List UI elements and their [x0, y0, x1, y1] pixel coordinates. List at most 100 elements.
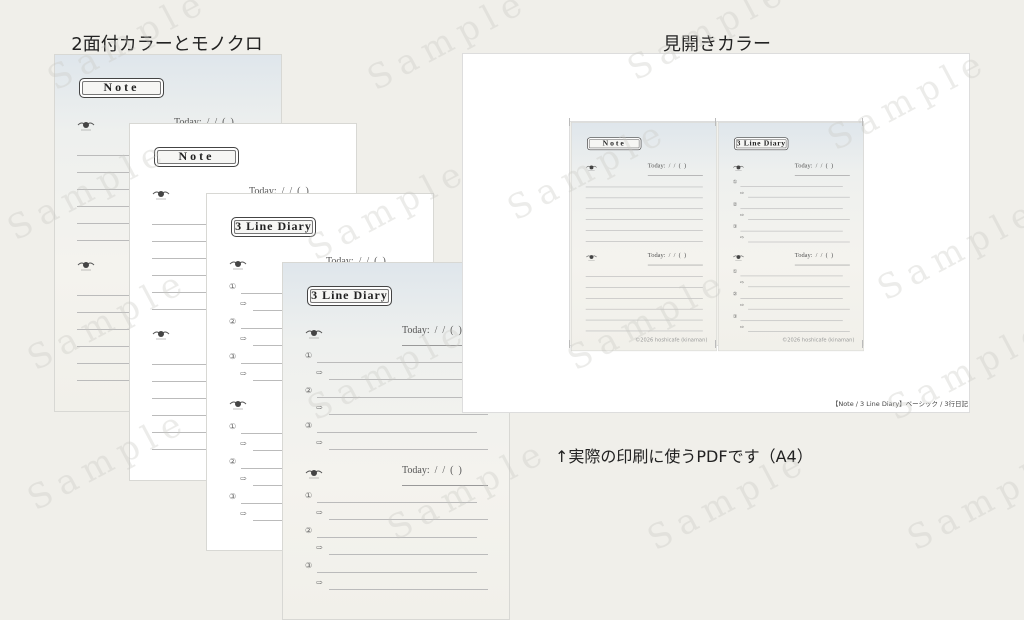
reflection-line — [329, 589, 488, 590]
ruled-line — [585, 241, 703, 242]
today-date-field: Today: / / ( ) — [402, 325, 462, 336]
today-date-field: Today: / / ( ) — [794, 162, 834, 170]
entry-number: ③ — [229, 352, 237, 361]
ruled-line — [585, 319, 703, 321]
entry-line — [740, 320, 843, 322]
entry-number: ① — [229, 282, 237, 291]
arrow-icon: ⇨ — [739, 324, 745, 330]
reflection-line — [748, 308, 850, 310]
ruled-line — [585, 330, 703, 332]
entry-line — [740, 230, 843, 232]
watermark-text: Sample — [900, 440, 1024, 560]
ruled-line — [585, 298, 703, 299]
entry-line — [317, 432, 477, 433]
entry-line — [740, 208, 843, 210]
entry-number: ② — [229, 317, 237, 326]
entry-line — [740, 186, 843, 187]
copyright-text: ©2026 hoshicafe (kinaman) — [635, 337, 708, 343]
entry-line — [740, 275, 843, 277]
entry-line — [317, 502, 477, 503]
entry-number: ③ — [305, 421, 313, 430]
arrow-icon: ⇨ — [240, 474, 247, 483]
arrow-icon: ⇨ — [316, 508, 323, 517]
arrow-icon: ⇨ — [739, 189, 745, 196]
entry-number: ② — [305, 386, 313, 395]
today-date-field: Today: / / ( ) — [794, 251, 834, 259]
entry-number: ③ — [732, 313, 738, 320]
entry-line — [317, 362, 477, 363]
logo-icon — [733, 253, 745, 261]
note-title-label: Note — [587, 137, 642, 151]
arrow-icon: ⇨ — [316, 368, 323, 377]
entry-number: ② — [732, 201, 738, 208]
arrow-icon: ⇨ — [316, 578, 323, 587]
logo-icon — [586, 164, 598, 172]
date-underline — [647, 264, 703, 266]
ruled-line — [585, 230, 703, 231]
entry-number: ① — [305, 491, 313, 500]
arrow-icon: ⇨ — [240, 369, 247, 378]
ruled-line — [585, 197, 703, 199]
date-underline — [794, 264, 850, 266]
arrow-icon: ⇨ — [739, 212, 745, 218]
today-date-field: Today: / / ( ) — [402, 465, 462, 476]
crop-mark — [569, 118, 570, 126]
logo-icon — [77, 259, 95, 271]
entry-number: ② — [732, 290, 738, 297]
reflection-line — [748, 286, 850, 288]
copyright-text: ©2026 hoshicafe (kinaman) — [782, 337, 855, 343]
entry-number: ① — [229, 422, 237, 431]
arrow-icon: ⇨ — [240, 299, 247, 308]
reflection-line — [748, 331, 850, 332]
note-title-label: Note — [79, 78, 164, 98]
entry-number: ① — [732, 178, 738, 185]
arrow-icon: ⇨ — [316, 543, 323, 552]
crop-mark — [715, 340, 716, 348]
logo-icon — [229, 258, 247, 270]
entry-line — [740, 298, 843, 299]
entry-number: ③ — [305, 561, 313, 570]
logo-icon — [305, 467, 323, 479]
entry-number: ③ — [229, 492, 237, 501]
entry-number: ① — [305, 351, 313, 360]
reflection-line — [748, 219, 850, 220]
crop-mark — [569, 340, 570, 348]
entry-number: ③ — [732, 223, 738, 230]
arrow-icon: ⇨ — [240, 334, 247, 343]
reflection-line — [748, 196, 850, 198]
caption: ↑実際の印刷に使うPDFです（A4） — [555, 447, 813, 466]
reflection-line — [329, 519, 488, 520]
note-title-label: Note — [154, 147, 239, 167]
ruled-line — [585, 287, 703, 288]
heading-left: 2面付カラーとモノクロ — [71, 34, 263, 55]
reflection-line — [329, 449, 488, 450]
reflection-line — [329, 554, 488, 555]
reflection-line — [748, 241, 850, 243]
arrow-icon: ⇨ — [739, 234, 745, 241]
logo-icon — [229, 398, 247, 410]
entry-line — [317, 397, 477, 398]
crop-mark — [862, 118, 863, 126]
date-underline — [794, 175, 850, 176]
crop-mark — [715, 118, 716, 126]
arrow-icon: ⇨ — [240, 439, 247, 448]
entry-number: ① — [732, 268, 738, 275]
ruled-line — [585, 186, 703, 188]
date-underline — [647, 175, 703, 176]
entry-number: ② — [229, 457, 237, 466]
arrow-icon: ⇨ — [316, 438, 323, 447]
arrow-icon: ⇨ — [316, 403, 323, 412]
crop-mark — [862, 340, 863, 348]
logo-icon — [152, 328, 170, 340]
logo-icon — [152, 188, 170, 200]
ruled-line — [585, 276, 703, 277]
arrow-icon: ⇨ — [240, 509, 247, 518]
diary-title-label: 3 Line Diary — [307, 286, 392, 306]
arrow-icon: ⇨ — [739, 279, 745, 286]
date-underline — [402, 485, 488, 486]
logo-icon — [733, 164, 745, 172]
diary-page: 3 Line DiaryToday: / / ( )①⇨②⇨③⇨Today: /… — [718, 122, 864, 352]
ruled-line — [585, 219, 703, 220]
today-date-field: Today: / / ( ) — [647, 162, 687, 170]
diary-title-label: 3 Line Diary — [231, 217, 316, 237]
